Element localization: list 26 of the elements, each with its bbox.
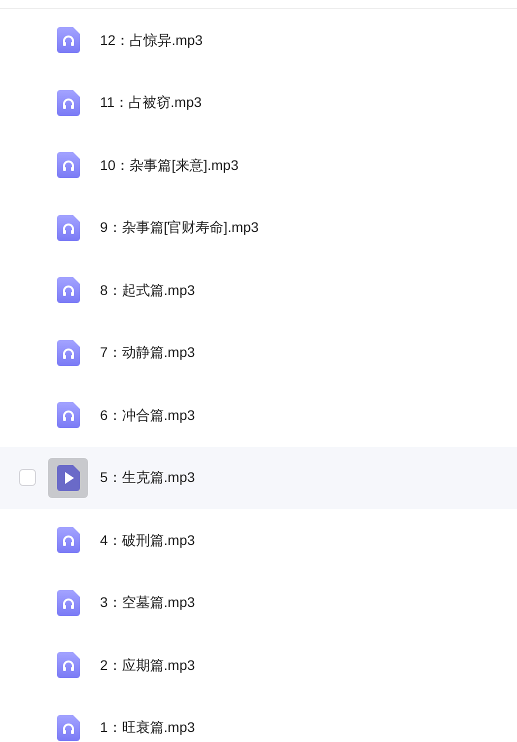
file-name: 9：杂事篇[官财寿命].mp3 xyxy=(100,218,259,238)
headphones-file-icon xyxy=(56,27,80,54)
headphones-file-icon xyxy=(56,527,80,554)
headphones-file-icon xyxy=(56,652,80,678)
checkbox[interactable] xyxy=(18,469,36,486)
file-name: 12：占惊异.mp3 xyxy=(100,30,203,50)
headphones-file-icon xyxy=(56,214,80,241)
file-name: 10：杂事篇[来意].mp3 xyxy=(100,156,238,175)
play-file-icon[interactable] xyxy=(56,464,80,491)
file-name: 8：起式篇.mp3 xyxy=(100,280,195,300)
file-name: 3：空墓篇.mp3 xyxy=(100,593,195,612)
headphones-file-icon xyxy=(56,714,80,741)
headphones-file-icon xyxy=(56,277,80,304)
headphones-file-icon xyxy=(56,340,80,366)
headphones-file-icon xyxy=(56,402,80,428)
file-row[interactable]: 5：生克篇.mp3 xyxy=(0,446,517,509)
file-name: 11：占被窃.mp3 xyxy=(100,93,202,112)
file-name: 5：生克篇.mp3 xyxy=(100,468,195,488)
file-name: 1：旺衰篇.mp3 xyxy=(100,718,195,738)
file-name: 2：应期篇.mp3 xyxy=(100,656,195,675)
file-name: 4：破刑篇.mp3 xyxy=(100,530,195,550)
headphones-file-icon xyxy=(56,152,80,178)
file-name: 7：动静篇.mp3 xyxy=(100,343,195,362)
headphones-file-icon xyxy=(56,590,80,616)
headphones-file-icon xyxy=(56,90,80,116)
file-name: 6：冲合篇.mp3 xyxy=(100,406,195,425)
